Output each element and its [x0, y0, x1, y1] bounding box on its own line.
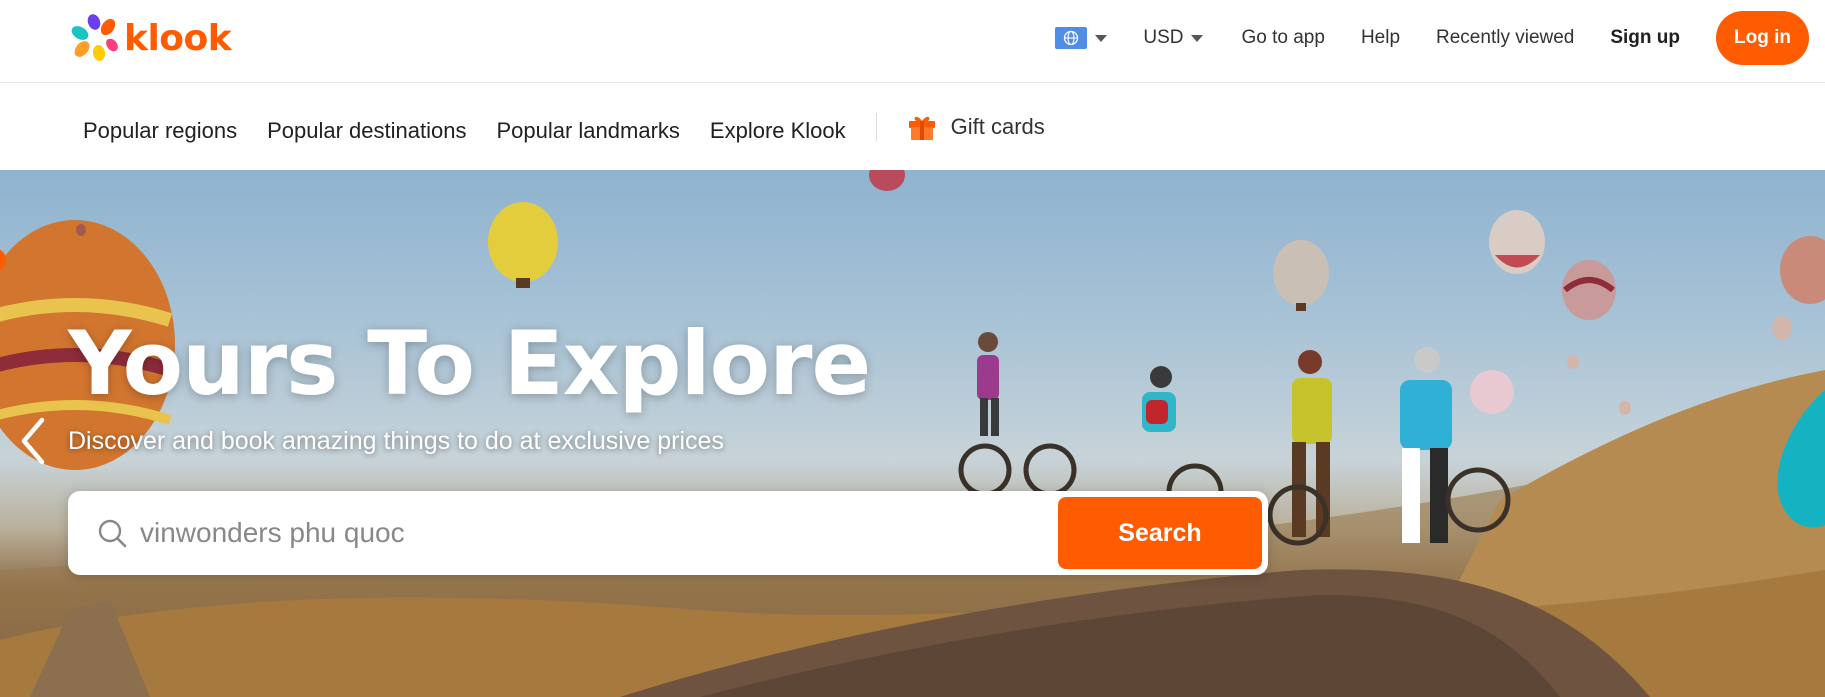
gift-cards-label: Gift cards: [950, 113, 1045, 139]
language-selector[interactable]: [1055, 27, 1108, 49]
chevron-down-icon: [1095, 34, 1108, 42]
search-icon: [98, 519, 127, 548]
gift-cards-link[interactable]: Gift cards: [907, 112, 1045, 142]
chevron-left-icon[interactable]: [18, 416, 48, 466]
nav-popular-regions[interactable]: Popular regions: [83, 118, 237, 144]
globe-icon: [1055, 27, 1088, 49]
hero-subtitle: Discover and book amazing things to do a…: [68, 427, 724, 455]
top-header: klook USD Go to app Help Recently viewed…: [0, 0, 1825, 83]
search-button[interactable]: Search: [1058, 497, 1262, 569]
search-input[interactable]: [140, 503, 1100, 563]
recently-viewed-link[interactable]: Recently viewed: [1436, 27, 1574, 49]
help-link[interactable]: Help: [1361, 27, 1400, 49]
klook-logo[interactable]: klook: [68, 13, 232, 63]
nav-divider: [875, 112, 877, 141]
nav-popular-landmarks[interactable]: Popular landmarks: [496, 118, 679, 144]
currency-label: USD: [1143, 27, 1184, 48]
sign-up-link[interactable]: Sign up: [1610, 27, 1680, 49]
hero-banner: Yours To Explore Discover and book amazi…: [0, 170, 1825, 697]
go-to-app-link[interactable]: Go to app: [1241, 27, 1324, 49]
klook-logo-icon: [71, 14, 118, 61]
brand-name: klook: [124, 17, 232, 59]
hero-title: Yours To Explore: [68, 312, 871, 415]
nav-explore-klook[interactable]: Explore Klook: [710, 118, 846, 144]
currency-selector[interactable]: USD: [1143, 27, 1204, 49]
log-in-button[interactable]: Log in: [1716, 11, 1809, 65]
chevron-down-icon: [1191, 34, 1204, 42]
nav-popular-destinations[interactable]: Popular destinations: [267, 118, 466, 144]
secondary-nav: Popular regions Popular destinations Pop…: [0, 84, 1825, 169]
gift-icon: [908, 116, 935, 140]
search-bar: Search: [68, 491, 1268, 575]
header-nav: USD Go to app Help Recently viewed Sign …: [1055, 11, 1809, 65]
